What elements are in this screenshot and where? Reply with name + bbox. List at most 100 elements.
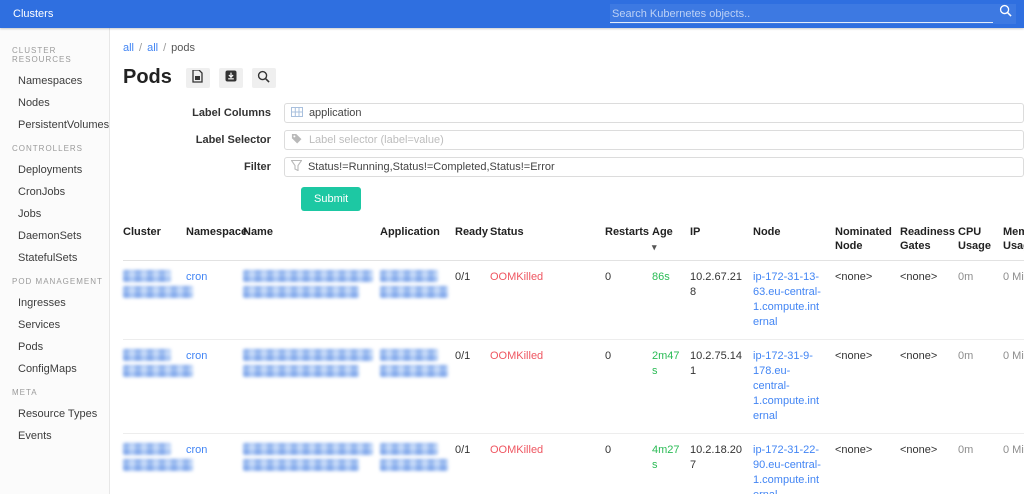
redacted-text: [123, 459, 193, 471]
cell-cpu: 0m: [958, 433, 1003, 494]
tag-icon: [291, 131, 309, 149]
cell-ready: 0/1: [455, 433, 490, 494]
column-header-nominated-node[interactable]: Nominated Node: [835, 217, 900, 261]
column-header-status[interactable]: Status: [490, 217, 605, 261]
submit-button[interactable]: Submit: [301, 187, 362, 211]
label-columns-field[interactable]: [283, 103, 1024, 123]
column-header-cpu-usage[interactable]: CPU Usage: [958, 217, 1003, 261]
link-node[interactable]: ip-172-31-13-63.eu-central-1.compute.int…: [753, 271, 821, 328]
redacted-text: [123, 365, 193, 377]
download-button[interactable]: [218, 67, 243, 88]
search-icon[interactable]: [993, 4, 1016, 24]
column-header-node[interactable]: Node: [753, 217, 835, 261]
cell-nominated_node: <none>: [835, 339, 900, 434]
label-columns-input[interactable]: [308, 107, 1017, 119]
cell-age: 86s: [652, 260, 690, 340]
column-header-memory-usage[interactable]: Memory Usage: [1003, 217, 1024, 261]
sidebar-item-statefulsets[interactable]: StatefulSets: [0, 247, 109, 269]
cell-restarts: 0: [605, 433, 652, 494]
breadcrumb-separator: /: [163, 42, 167, 54]
table-search-button[interactable]: [251, 67, 276, 88]
sidebar-item-configmaps[interactable]: ConfigMaps: [0, 358, 109, 380]
redacted-text: [243, 365, 359, 377]
cell-namespace: cron: [186, 260, 243, 340]
cell-readiness_gates: <none>: [900, 260, 958, 340]
cell-name: [243, 260, 380, 340]
export-file-icon: [192, 68, 204, 86]
sidebar-item-nodes[interactable]: Nodes: [0, 92, 109, 114]
cell-ip: 10.2.18.207: [690, 433, 753, 494]
sidebar-item-cronjobs[interactable]: CronJobs: [0, 181, 109, 203]
redacted-text: [380, 286, 448, 298]
link-namespace[interactable]: cron: [186, 444, 207, 456]
column-header-age[interactable]: Age ▾: [652, 217, 690, 261]
breadcrumb-all[interactable]: all: [147, 42, 158, 54]
redacted-text: [380, 459, 448, 471]
redacted-text: [243, 286, 359, 298]
cell-age: 4m27s: [652, 433, 690, 494]
sidebar: CLUSTER RESOURCES Namespaces Nodes Persiste…: [0, 28, 110, 494]
sidebar-item-services[interactable]: Services: [0, 314, 109, 336]
cell-status: OOMKilled: [490, 260, 605, 340]
sidebar-item-deployments[interactable]: Deployments: [0, 159, 109, 181]
sidebar-item-persistentvolumes[interactable]: PersistentVolumes: [0, 114, 109, 136]
sidebar-item-resource-types[interactable]: Resource Types: [0, 403, 109, 425]
column-header-ip[interactable]: IP: [690, 217, 753, 261]
link-node[interactable]: ip-172-31-9-178.eu-central-1.compute.int…: [753, 350, 819, 422]
table-row: cron 0/1 OOMKilled 0 86s 10.2.67.218 ip-172-31…: [123, 260, 1024, 340]
table-row: cron 0/1 OOMKilled 0 4m27s 10.2.18.207 ip-172-…: [123, 433, 1024, 494]
cell-cpu: 0m: [958, 260, 1003, 340]
column-header-cluster[interactable]: Cluster: [123, 217, 186, 261]
column-header-readiness-gates[interactable]: Readiness Gates: [900, 217, 958, 261]
redacted-text: [380, 365, 448, 377]
cell-ip: 10.2.75.141: [690, 339, 753, 434]
sidebar-item-namespaces[interactable]: Namespaces: [0, 70, 109, 92]
column-header-name[interactable]: Name: [243, 217, 380, 261]
export-button[interactable]: [185, 67, 210, 88]
column-header-restarts[interactable]: Restarts: [605, 217, 652, 261]
column-header-ready[interactable]: Ready: [455, 217, 490, 261]
column-header-namespace[interactable]: Namespace: [186, 217, 247, 261]
breadcrumb-all[interactable]: all: [123, 42, 134, 54]
sort-desc-icon: ▾: [652, 242, 657, 252]
main-content: all / all / pods Pods Label Columns appl…: [110, 28, 1024, 494]
cell-name: [243, 433, 380, 494]
cell-cpu: 0m: [958, 339, 1003, 434]
link-namespace[interactable]: cron: [186, 350, 207, 362]
breadcrumb-pods: pods: [171, 42, 196, 54]
redacted-text: [243, 459, 359, 471]
label-selector-field[interactable]: [283, 130, 1024, 150]
label-selector-label: Label Selector: [195, 134, 271, 146]
cell-memory: 0 MiB: [1003, 433, 1024, 494]
cell-cluster: [123, 433, 193, 494]
breadcrumb-separator: /: [139, 42, 143, 54]
cell-status: OOMKilled: [490, 433, 605, 494]
cell-node: ip-172-31-22-90.eu-central-1.compute.int…: [753, 433, 835, 494]
cell-node: ip-172-31-9-178.eu-central-1.compute.int…: [753, 339, 835, 434]
cell-name: [243, 339, 380, 434]
global-search[interactable]: [610, 4, 1016, 24]
app-title: Clusters: [13, 8, 54, 20]
sidebar-section-title: META: [12, 388, 38, 397]
cell-status: OOMKilled: [490, 339, 605, 434]
funnel-icon: [290, 158, 308, 176]
link-node[interactable]: ip-172-31-22-90.eu-central-1.compute.int…: [753, 444, 821, 494]
label-columns-label: Label Columns: [192, 107, 271, 119]
search-input[interactable]: [610, 5, 993, 23]
cell-memory: 0 MiB: [1003, 339, 1024, 434]
breadcrumb: all / all / pods: [123, 42, 1024, 54]
cell-age: 2m47s: [652, 339, 690, 434]
cell-restarts: 0: [605, 260, 652, 340]
sidebar-item-daemonsets[interactable]: DaemonSets: [0, 225, 109, 247]
label-selector-input[interactable]: [308, 134, 1017, 146]
filter-field[interactable]: [283, 157, 1024, 177]
link-namespace[interactable]: cron: [186, 271, 207, 283]
sidebar-item-events[interactable]: Events: [0, 425, 109, 447]
page-title: Pods: [123, 66, 172, 88]
column-header-application[interactable]: Application: [380, 217, 455, 261]
filter-input[interactable]: [307, 161, 1017, 173]
sidebar-item-jobs[interactable]: Jobs: [0, 203, 109, 225]
sidebar-item-pods[interactable]: Pods: [0, 336, 109, 358]
sidebar-item-ingresses[interactable]: Ingresses: [0, 292, 109, 314]
search-icon: [257, 70, 271, 86]
